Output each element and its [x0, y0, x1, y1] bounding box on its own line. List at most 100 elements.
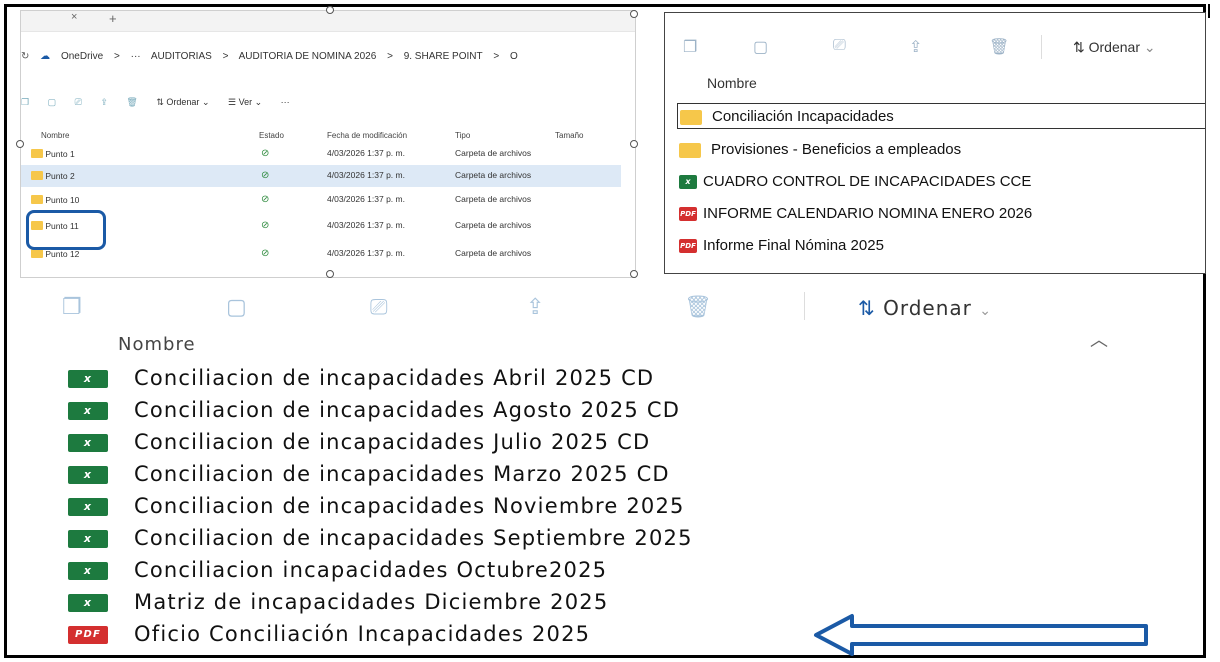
more-button[interactable]: ···: [281, 97, 290, 107]
share-icon[interactable]: ⇪: [526, 294, 544, 320]
list-item[interactable]: x Conciliacion de incapacidades Noviembre…: [68, 494, 685, 524]
excel-file-icon: x: [68, 434, 108, 452]
table-row[interactable]: Punto 1 ⊘ 4/03/2026 1:37 p. m. Carpeta d…: [21, 143, 621, 165]
list-item[interactable]: x CUADRO CONTROL DE INCAPACIDADES CCE: [679, 169, 1031, 195]
excel-file-icon: x: [68, 370, 108, 388]
row-modified: 4/03/2026 1:37 p. m.: [327, 220, 405, 230]
item-name: INFORME CALENDARIO NOMINA ENERO 2026: [703, 205, 1033, 222]
column-header-modified[interactable]: Fecha de modificación: [327, 131, 407, 140]
column-header-name[interactable]: Nombre: [118, 334, 196, 355]
paste-icon[interactable]: ▢: [226, 294, 247, 320]
breadcrumb-sep: >: [222, 51, 229, 62]
rename-icon[interactable]: ⎚: [370, 294, 388, 320]
breadcrumb: ↻ ☁ OneDrive > ··· AUDITORIAS > AUDITORI…: [21, 51, 526, 67]
list-item[interactable]: x Conciliacion de incapacidades Marzo 202…: [68, 462, 670, 492]
table-row[interactable]: Punto 12 ⊘ 4/03/2026 1:37 p. m. Carpeta …: [21, 243, 621, 265]
breadcrumb-more[interactable]: ···: [131, 51, 141, 62]
resize-handle[interactable]: [630, 140, 638, 148]
folder-icon: [31, 149, 43, 158]
close-tab-icon[interactable]: ×: [71, 11, 77, 23]
list-item[interactable]: Provisiones - Beneficios a empleados: [679, 137, 961, 163]
column-header-name[interactable]: Nombre: [707, 75, 757, 91]
excel-file-icon: x: [68, 466, 108, 484]
collapse-caret-icon[interactable]: ︿: [1090, 326, 1108, 352]
breadcrumb-onedrive[interactable]: OneDrive: [61, 51, 103, 62]
refresh-icon[interactable]: ↻: [21, 51, 29, 62]
table-row[interactable]: Punto 10 ⊘ 4/03/2026 1:37 p. m. Carpeta …: [21, 189, 621, 211]
share-icon[interactable]: ⇪: [100, 97, 108, 107]
list-item[interactable]: x Conciliacion de incapacidades Agosto 20…: [68, 398, 680, 428]
list-item[interactable]: x Conciliacion de incapacidades Septiembr…: [68, 526, 693, 556]
command-bar: ❐ ▢ ⎚ ⇪ 🗑 ⇅ Ordenar ⌄ ☰ Ver ⌄ ···: [21, 97, 306, 113]
synced-icon: ⊘: [261, 220, 270, 231]
list-item[interactable]: x Conciliacion de incapacidades Abril 202…: [68, 366, 654, 396]
sort-button[interactable]: ⇅ Ordenar ⌄: [858, 296, 992, 320]
table-row[interactable]: Punto 2 ⊘ 4/03/2026 1:37 p. m. Carpeta d…: [21, 165, 621, 187]
folder-icon: [680, 109, 702, 125]
excel-file-icon: x: [68, 402, 108, 420]
folder-icon: [31, 171, 43, 180]
file-name: Matriz de incapacidades Diciembre 2025: [134, 590, 609, 614]
folder-icon: [679, 142, 701, 158]
list-item[interactable]: PDF Informe Final Nómina 2025: [679, 233, 884, 259]
column-header-status[interactable]: Estado: [259, 131, 284, 140]
copy-icon[interactable]: ❐: [683, 37, 697, 57]
new-tab-icon[interactable]: +: [109, 11, 117, 26]
paste-icon[interactable]: ▢: [48, 97, 57, 107]
list-item[interactable]: x Conciliacion incapacidades Octubre2025: [68, 558, 607, 588]
breadcrumb-truncated[interactable]: O: [510, 51, 518, 62]
file-name: Conciliacion incapacidades Octubre2025: [134, 558, 608, 582]
copy-icon[interactable]: ❐: [21, 97, 29, 107]
toolbar-divider: [1041, 35, 1042, 59]
resize-handle[interactable]: [326, 6, 334, 14]
highlight-box: [26, 210, 106, 250]
list-item[interactable]: x Matriz de incapacidades Diciembre 2025: [68, 590, 608, 620]
list-item[interactable]: x Conciliacion de incapacidades Julio 202…: [68, 430, 650, 460]
column-header-name[interactable]: Nombre: [41, 131, 69, 140]
file-explorer-window: × + ↻ ☁ OneDrive > ··· AUDITORIAS > AUDI…: [20, 10, 636, 278]
row-type: Carpeta de archivos: [455, 248, 532, 258]
view-button[interactable]: ☰ Ver ⌄: [228, 97, 262, 107]
list-item[interactable]: PDF INFORME CALENDARIO NOMINA ENERO 2026: [679, 201, 1032, 227]
excel-file-icon: x: [679, 175, 697, 190]
table-row[interactable]: Punto 11 ⊘ 4/03/2026 1:37 p. m. Carpeta …: [21, 215, 621, 237]
rename-icon[interactable]: ⎚: [75, 97, 82, 107]
paste-icon[interactable]: ▢: [753, 37, 768, 57]
file-name: Oficio Conciliación Incapacidades 2025: [134, 622, 591, 646]
folder-icon: [31, 195, 43, 204]
resize-handle[interactable]: [16, 140, 24, 148]
row-name: Punto 12: [45, 249, 80, 259]
breadcrumb-auditoria-nomina[interactable]: AUDITORIA DE NOMINA 2026: [239, 51, 377, 62]
delete-icon[interactable]: 🗑: [126, 97, 137, 107]
file-name: Conciliacion de incapacidades Julio 2025…: [134, 430, 651, 454]
cloud-icon: ☁: [40, 51, 51, 62]
resize-handle[interactable]: [630, 10, 638, 18]
column-header-size[interactable]: Tamaño: [555, 131, 583, 140]
file-name: Conciliacion de incapacidades Marzo 2025…: [134, 462, 670, 486]
sort-button[interactable]: ⇅ Ordenar ⌄: [156, 97, 209, 107]
pdf-file-icon: PDF: [679, 207, 697, 222]
list-item[interactable]: Conciliación Incapacidades: [677, 103, 1205, 129]
sort-button[interactable]: ⇅ Ordenar ⌄: [1073, 39, 1156, 56]
breadcrumb-share-point[interactable]: 9. SHARE POINT: [404, 51, 483, 62]
row-modified: 4/03/2026 1:37 p. m.: [327, 194, 405, 204]
copy-icon[interactable]: ❐: [62, 294, 82, 320]
resize-handle[interactable]: [630, 270, 638, 278]
pdf-file-icon: PDF: [68, 626, 108, 644]
column-header-type[interactable]: Tipo: [455, 131, 470, 140]
toolbar-divider: [804, 292, 805, 320]
list-item[interactable]: PDF Oficio Conciliación Incapacidades 202…: [68, 622, 590, 652]
delete-icon[interactable]: 🗑: [684, 294, 712, 320]
resize-handle[interactable]: [326, 270, 334, 278]
share-icon[interactable]: ⇪: [909, 37, 922, 57]
delete-icon[interactable]: 🗑: [989, 37, 1009, 57]
rename-icon[interactable]: ⎚: [833, 37, 846, 55]
item-name: Informe Final Nómina 2025: [703, 237, 884, 254]
view-label: Ver: [238, 97, 253, 107]
row-type: Carpeta de archivos: [455, 170, 532, 180]
row-modified: 4/03/2026 1:37 p. m.: [327, 170, 405, 180]
excel-file-icon: x: [68, 594, 108, 612]
file-name: Conciliacion de incapacidades Septiembre…: [134, 526, 693, 550]
row-name: Punto 1: [45, 149, 75, 159]
breadcrumb-auditorias[interactable]: AUDITORIAS: [151, 51, 212, 62]
